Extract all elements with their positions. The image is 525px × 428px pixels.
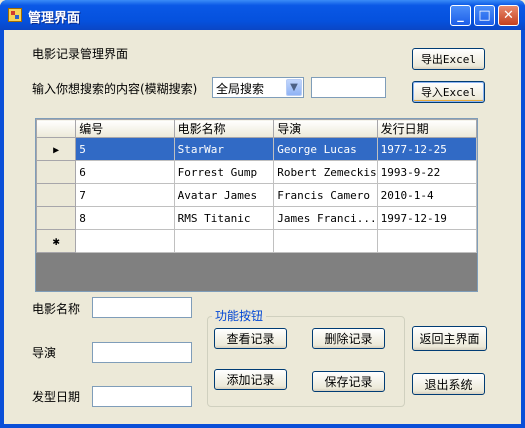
exit-system-button[interactable]: 退出系统 [412,373,485,395]
release-date-label: 发型日期 [32,390,81,404]
cell-id[interactable]: 8 [75,206,175,230]
import-excel-button[interactable]: 导入Excel [412,81,485,103]
cell-director[interactable]: Robert Zemeckis [273,160,378,184]
new-cell[interactable] [75,229,175,253]
maximize-icon: □ [478,8,491,23]
new-cell[interactable] [376,229,477,253]
new-row[interactable]: ✱ [36,229,477,253]
delete-record-button[interactable]: 删除记录 [312,328,385,349]
search-scope-select[interactable]: 全局搜索 ▼ [212,77,304,98]
maximize-button[interactable]: □ [474,5,495,26]
cell-id[interactable]: 6 [75,160,175,184]
cell-title[interactable]: Forrest Gump [173,160,275,184]
current-row-icon: ▶ [53,144,60,156]
cell-release-date[interactable]: 1997-12-19 [376,206,477,230]
cell-director[interactable]: James Franci... [273,206,378,230]
cell-director[interactable]: Francis Camero [273,183,378,207]
director-label: 导演 [32,346,57,360]
column-header-release-date[interactable]: 发行日期 [376,119,477,138]
chevron-down-icon[interactable]: ▼ [286,79,302,96]
search-scope-value: 全局搜索 [216,82,265,96]
page-heading: 电影记录管理界面 [32,47,129,61]
cell-title[interactable]: StarWar [173,137,275,161]
close-button[interactable]: ✕ [498,5,519,26]
app-icon [8,8,22,22]
minimize-icon: _ [457,8,464,23]
column-header-director[interactable]: 导演 [273,119,378,138]
cell-title[interactable]: RMS Titanic [173,206,275,230]
movie-name-input[interactable] [92,297,192,318]
row-header[interactable] [36,206,77,230]
close-icon: ✕ [503,8,514,23]
cell-id[interactable]: 7 [75,183,175,207]
search-label: 输入你想搜索的内容(模糊搜索) [32,82,198,96]
table-row[interactable]: 7 Avatar James Francis Camero 2010-1-4 [36,183,477,207]
table-row[interactable]: 8 RMS Titanic James Franci... 1997-12-19 [36,206,477,230]
movie-grid[interactable]: 编号 电影名称 导演 发行日期 ▶ 5 StarWar George Lucas… [35,118,478,292]
new-row-icon: ✱ [52,234,60,248]
cell-title[interactable]: Avatar James [173,183,275,207]
new-cell[interactable] [273,229,378,253]
minimize-button[interactable]: _ [450,5,471,26]
grid-corner-header [36,119,77,138]
save-record-button[interactable]: 保存记录 [312,371,385,392]
view-records-button[interactable]: 查看记录 [214,328,287,349]
grid-header-row: 编号 电影名称 导演 发行日期 [36,119,477,138]
return-main-button[interactable]: 返回主界面 [412,326,487,351]
movie-name-label: 电影名称 [32,302,81,316]
table-row[interactable]: ▶ 5 StarWar George Lucas 1977-12-25 [36,137,477,161]
row-header[interactable] [36,183,77,207]
column-header-title[interactable]: 电影名称 [173,119,275,138]
movie-table: 编号 电影名称 导演 发行日期 ▶ 5 StarWar George Lucas… [36,119,477,253]
cell-release-date[interactable]: 1977-12-25 [376,137,477,161]
release-date-input[interactable] [92,386,192,407]
table-row[interactable]: 6 Forrest Gump Robert Zemeckis 1993-9-22 [36,160,477,184]
row-header[interactable]: ▶ [36,137,77,161]
title-bar[interactable]: 管理界面 _ □ ✕ [0,0,525,30]
cell-director[interactable]: George Lucas [273,137,378,161]
cell-release-date[interactable]: 2010-1-4 [376,183,477,207]
add-record-button[interactable]: 添加记录 [214,369,287,390]
function-group-legend: 功能按钮 [212,307,267,324]
director-input[interactable] [92,342,192,363]
new-cell[interactable] [173,229,275,253]
export-excel-button[interactable]: 导出Excel [412,48,485,70]
main-window: 管理界面 _ □ ✕ 电影记录管理界面 导出Excel 输入你想搜索的内容(模糊… [0,0,525,428]
search-input[interactable] [311,77,386,98]
cell-release-date[interactable]: 1993-9-22 [376,160,477,184]
cell-id[interactable]: 5 [75,137,175,161]
row-header[interactable] [36,160,77,184]
client-area: 电影记录管理界面 导出Excel 输入你想搜索的内容(模糊搜索) 全局搜索 ▼ … [4,30,521,424]
column-header-id[interactable]: 编号 [75,119,175,138]
window-title: 管理界面 [28,11,81,26]
row-header[interactable]: ✱ [36,229,77,253]
